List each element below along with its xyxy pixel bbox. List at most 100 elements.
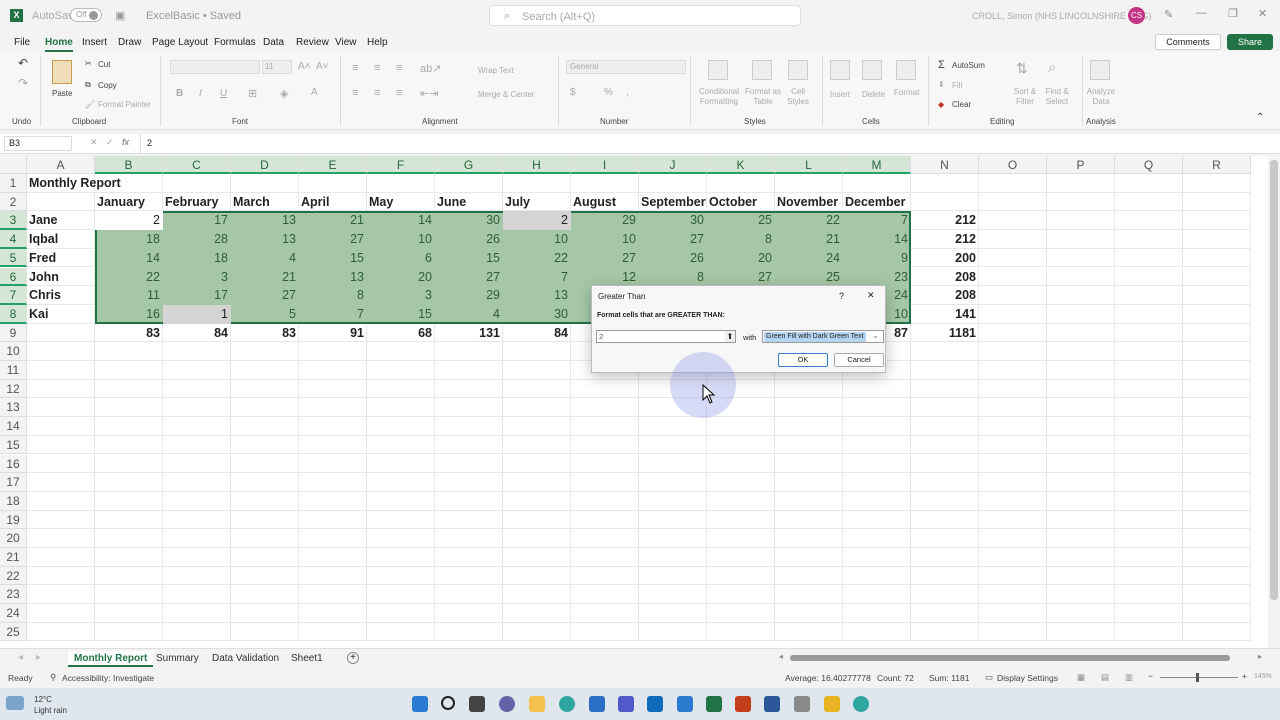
- cut-button[interactable]: Cut: [98, 60, 110, 69]
- worksheet-grid[interactable]: A B C D E F G H I J K L M N O P Q R 1 2 3 4 5 6 7 8 9 10 11 12 13 14 15 1…: [0, 156, 1268, 648]
- grid-cell[interactable]: [911, 361, 979, 380]
- pen-icon[interactable]: ✎: [1164, 8, 1173, 21]
- grid-cell[interactable]: [1183, 267, 1251, 287]
- teams-icon[interactable]: [618, 696, 634, 712]
- column-total[interactable]: 91: [299, 323, 367, 343]
- grid-cell[interactable]: [571, 174, 639, 193]
- row-header-22[interactable]: 22: [0, 566, 27, 586]
- grid-cell[interactable]: [639, 473, 707, 492]
- minimize-icon[interactable]: —: [1196, 7, 1207, 19]
- threshold-input[interactable]: 2: [596, 330, 736, 343]
- grid-cell[interactable]: [503, 566, 571, 586]
- todo-icon[interactable]: [677, 696, 693, 712]
- grid-cell[interactable]: [367, 473, 435, 492]
- column-total[interactable]: 68: [367, 323, 435, 343]
- row-header-14[interactable]: 14: [0, 417, 27, 436]
- grid-cell[interactable]: [299, 454, 367, 474]
- horizontal-scroll-thumb[interactable]: [790, 655, 1230, 661]
- grid-cell[interactable]: [367, 585, 435, 605]
- grid-cell[interactable]: [1047, 417, 1115, 436]
- zoom-out-icon[interactable]: −: [1148, 671, 1153, 681]
- person-name[interactable]: Fred: [27, 248, 95, 268]
- excel-taskbar-icon[interactable]: [706, 696, 722, 712]
- data-cell[interactable]: 23: [843, 268, 911, 287]
- grid-cell[interactable]: [367, 529, 435, 548]
- grid-cell[interactable]: [367, 417, 435, 436]
- grid-cell[interactable]: [1115, 491, 1183, 511]
- row-total[interactable]: 208: [911, 267, 979, 287]
- grid-cell[interactable]: [775, 510, 843, 530]
- grid-cell[interactable]: [1047, 248, 1115, 268]
- column-header-n[interactable]: N: [911, 156, 979, 174]
- grid-cell[interactable]: [163, 622, 231, 642]
- row-total[interactable]: 208: [911, 286, 979, 305]
- grid-cell[interactable]: [1047, 398, 1115, 418]
- data-cell[interactable]: 17: [163, 286, 231, 305]
- grid-cell[interactable]: [95, 529, 163, 548]
- person-name[interactable]: Iqbal: [27, 230, 95, 249]
- grid-cell[interactable]: [979, 585, 1047, 605]
- grid-cell[interactable]: [843, 622, 911, 642]
- data-cell[interactable]: 27: [231, 286, 299, 305]
- row-total[interactable]: 212: [911, 230, 979, 249]
- grid-cell[interactable]: [639, 622, 707, 642]
- grid-cell[interactable]: [1115, 417, 1183, 436]
- grid-cell[interactable]: [1115, 473, 1183, 492]
- grid-cell[interactable]: [503, 342, 571, 361]
- grid-cell[interactable]: [367, 342, 435, 361]
- align-right-icon[interactable]: ≡: [396, 87, 402, 99]
- grid-cell[interactable]: [299, 473, 367, 492]
- insert-cells-icon[interactable]: [830, 60, 850, 80]
- collapse-ribbon-icon[interactable]: ⌃: [1256, 112, 1264, 123]
- data-cell[interactable]: 29: [435, 286, 503, 305]
- grid-cell[interactable]: [843, 379, 911, 399]
- grid-cell[interactable]: [979, 174, 1047, 193]
- copy-button[interactable]: Copy: [98, 81, 117, 90]
- grid-cell[interactable]: [231, 604, 299, 623]
- column-header-f[interactable]: F: [367, 156, 435, 174]
- grid-cell[interactable]: [843, 417, 911, 436]
- row-header-13[interactable]: 13: [0, 398, 27, 418]
- grid-cell[interactable]: [231, 398, 299, 418]
- data-cell[interactable]: 27: [435, 268, 503, 287]
- grid-cell[interactable]: [299, 361, 367, 380]
- data-cell[interactable]: 30: [503, 305, 571, 324]
- shrink-font-icon[interactable]: A˅: [316, 61, 329, 72]
- data-cell[interactable]: 20: [707, 249, 775, 268]
- row-header-6[interactable]: 6: [0, 267, 27, 287]
- grid-cell[interactable]: [1183, 566, 1251, 586]
- grid-cell[interactable]: [1047, 604, 1115, 623]
- data-cell[interactable]: 10: [571, 230, 639, 249]
- grid-cell[interactable]: [843, 435, 911, 455]
- grid-cell[interactable]: [639, 529, 707, 548]
- italic-icon[interactable]: I: [199, 88, 202, 99]
- column-total[interactable]: 83: [231, 323, 299, 343]
- grid-cell[interactable]: [571, 454, 639, 474]
- grid-cell[interactable]: [979, 435, 1047, 455]
- row-header-11[interactable]: 11: [0, 361, 27, 380]
- grid-cell[interactable]: [95, 361, 163, 380]
- pen-app-icon[interactable]: [794, 696, 810, 712]
- grid-cell[interactable]: [299, 566, 367, 586]
- grid-cell[interactable]: [1183, 604, 1251, 623]
- grid-cell[interactable]: [911, 454, 979, 474]
- grid-cell[interactable]: [1115, 211, 1183, 231]
- grid-cell[interactable]: [299, 491, 367, 511]
- grid-cell[interactable]: [231, 566, 299, 586]
- next-sheet-icon[interactable]: ▸: [36, 652, 41, 663]
- enter-formula-icon[interactable]: ✓: [106, 137, 114, 148]
- row-header-5[interactable]: 5: [0, 248, 27, 268]
- data-cell[interactable]: 13: [231, 211, 299, 230]
- grid-cell[interactable]: [707, 473, 775, 492]
- grid-cell[interactable]: [979, 286, 1047, 305]
- grid-cell[interactable]: [503, 529, 571, 548]
- grid-cell[interactable]: [979, 529, 1047, 548]
- grid-cell[interactable]: [299, 622, 367, 642]
- grid-cell[interactable]: [1183, 622, 1251, 642]
- grid-cell[interactable]: [27, 323, 95, 343]
- grid-cell[interactable]: [95, 417, 163, 436]
- person-name[interactable]: John: [27, 267, 95, 287]
- grid-cell[interactable]: [775, 174, 843, 193]
- grid-cell[interactable]: [1183, 435, 1251, 455]
- column-header-i[interactable]: I: [571, 156, 639, 174]
